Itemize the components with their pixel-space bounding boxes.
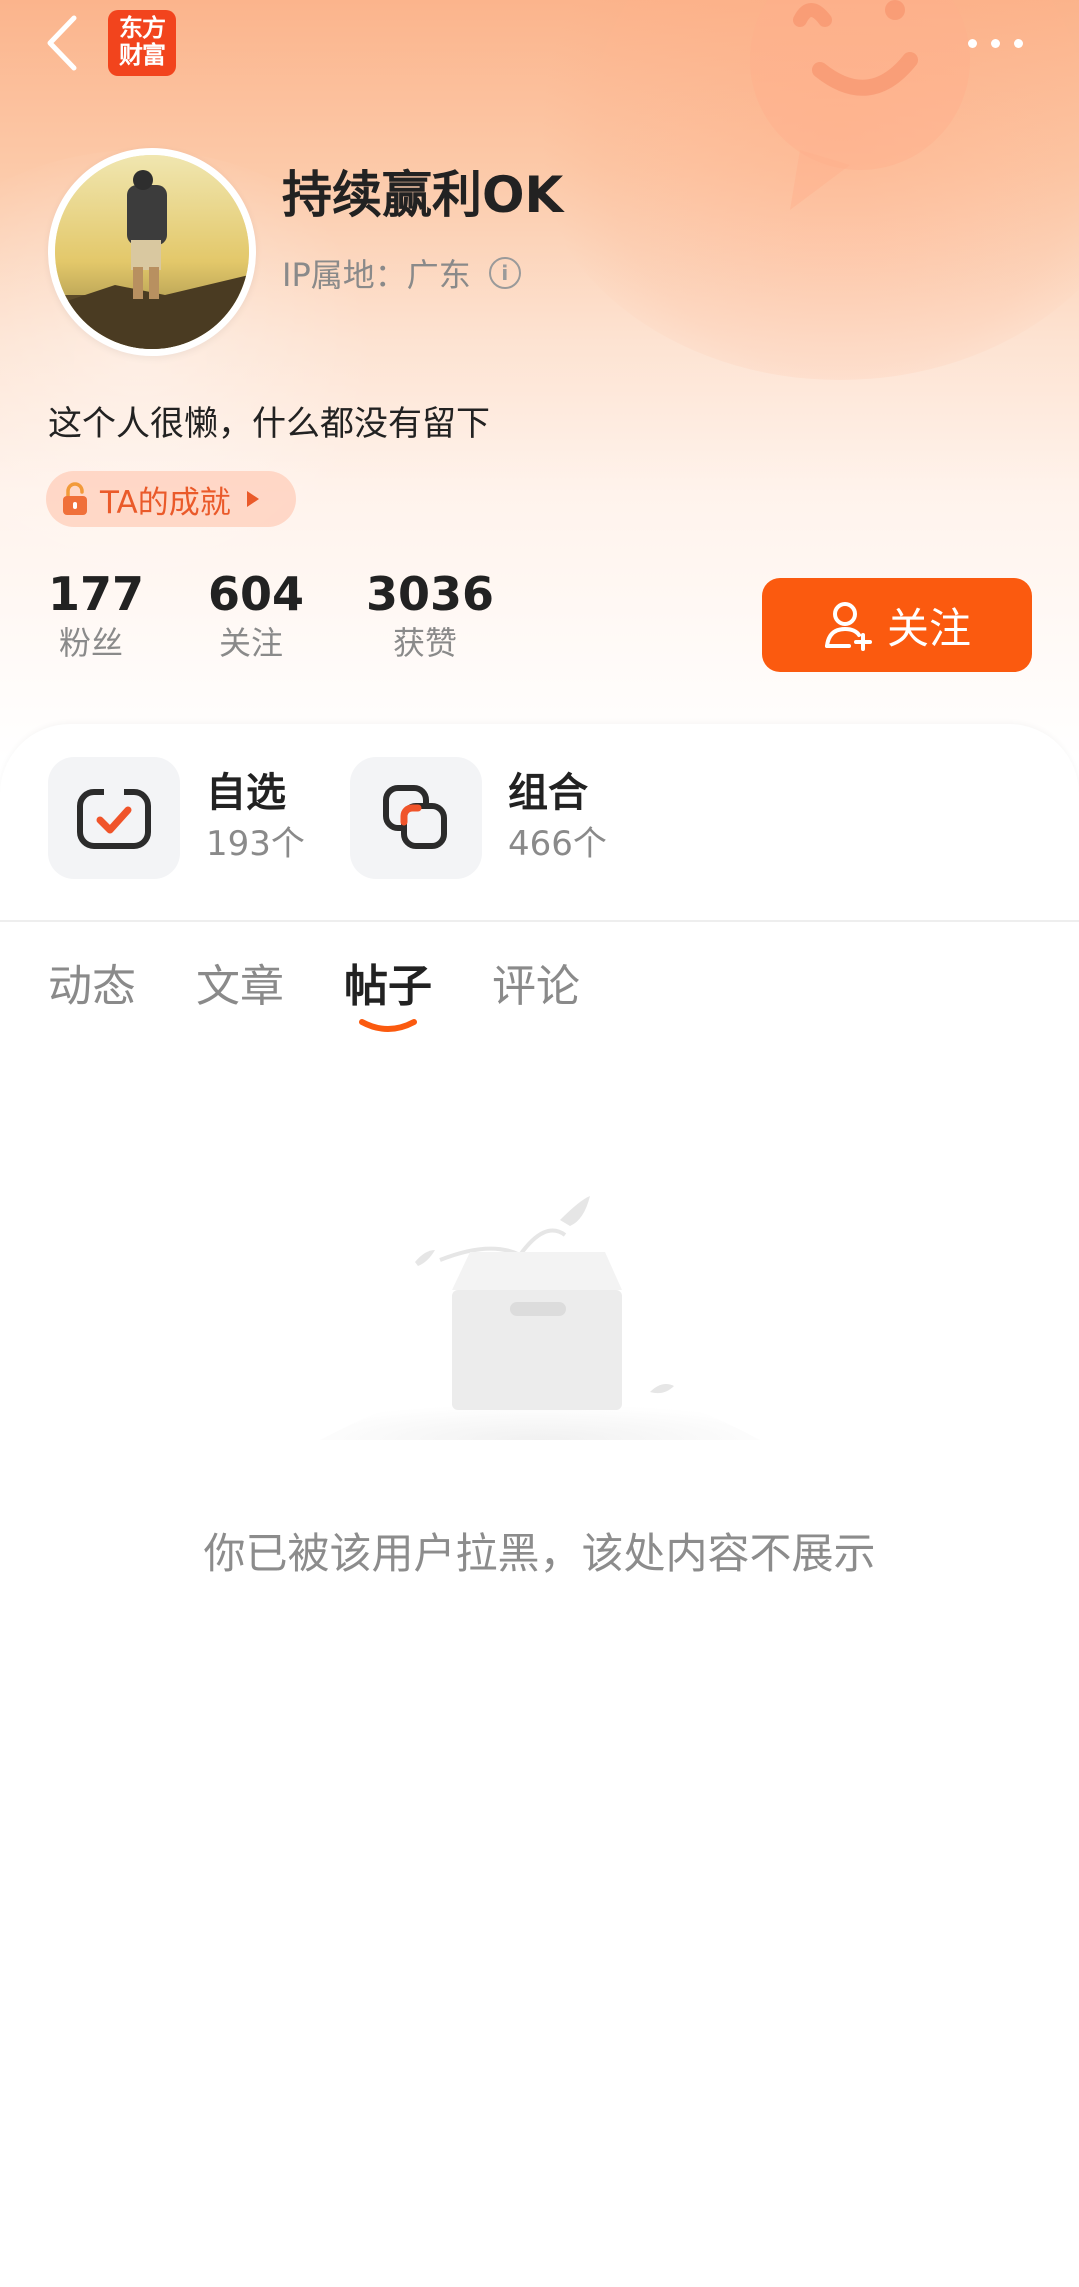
lock-icon (63, 482, 87, 515)
portfolio-shortcut[interactable]: 组合 466个 (350, 757, 607, 879)
bio-text: 这个人很懒，什么都没有留下 (48, 404, 490, 444)
logo-text-line2: 财富 (119, 41, 166, 69)
stat-label: 获赞 (392, 624, 457, 662)
portfolio-icon-tile (350, 757, 482, 879)
follow-button-label: 关注 (886, 603, 971, 653)
section-divider (0, 920, 1079, 922)
follow-button[interactable]: 关注 (762, 578, 1032, 672)
avatar-image (55, 155, 249, 349)
portfolio-title: 组合 (508, 770, 588, 816)
chevron-left-icon (47, 15, 77, 71)
watchlist-title: 自选 (206, 770, 286, 816)
stat-fans[interactable]: 177 粉丝 (48, 565, 145, 663)
add-user-icon (824, 602, 872, 651)
watchlist-icon-tile (48, 757, 180, 879)
active-tab-indicator (359, 1019, 417, 1032)
tab-dynamics[interactable]: 动态 (48, 950, 136, 1040)
more-options-button[interactable] (960, 28, 1030, 58)
play-arrow-icon (246, 491, 259, 507)
tab-comments[interactable]: 评论 (492, 950, 580, 1040)
more-dots-icon (1013, 38, 1023, 48)
stat-value: 3036 (366, 567, 495, 621)
portfolio-count: 466个 (508, 824, 607, 864)
more-dots-icon (990, 38, 1000, 48)
username: 持续赢利OK (282, 166, 564, 224)
info-icon[interactable]: i (488, 257, 521, 289)
content-tabs: 动态 文章 帖子 评论 (48, 950, 580, 1040)
empty-state-message: 你已被该用户拉黑，该处内容不展示 (203, 1529, 876, 1578)
tab-posts[interactable]: 帖子 (344, 950, 432, 1040)
stat-following[interactable]: 604 关注 (208, 565, 305, 663)
stat-value: 177 (48, 567, 145, 621)
empty-box-icon (320, 1196, 760, 1440)
tab-posts-label: 帖子 (344, 961, 432, 1012)
achievements-label: TA的成就 (100, 484, 231, 521)
stat-value: 604 (208, 567, 305, 621)
watchlist-count: 193个 (206, 824, 305, 864)
stats-row: 177 粉丝 604 关注 3036 获赞 (48, 565, 495, 663)
avatar[interactable] (48, 148, 256, 356)
tab-articles[interactable]: 文章 (196, 950, 284, 1040)
watchlist-shortcut[interactable]: 自选 193个 (48, 757, 305, 879)
ip-location-label: IP属地：广东 (282, 256, 471, 294)
app-logo[interactable]: 东方 财富 (108, 10, 176, 76)
watchlist-check-icon (77, 788, 151, 849)
stat-likes[interactable]: 3036 获赞 (366, 565, 495, 663)
stat-label: 关注 (218, 624, 283, 662)
back-button[interactable] (38, 12, 88, 74)
achievements-button[interactable]: TA的成就 (46, 471, 296, 527)
logo-text-line1: 东方 (119, 14, 166, 42)
portfolio-stack-icon (383, 785, 447, 849)
more-dots-icon (967, 38, 977, 48)
ip-location: IP属地：广东 i (282, 250, 521, 296)
mascot-watermark-icon (750, 0, 970, 210)
stat-label: 粉丝 (58, 624, 123, 662)
